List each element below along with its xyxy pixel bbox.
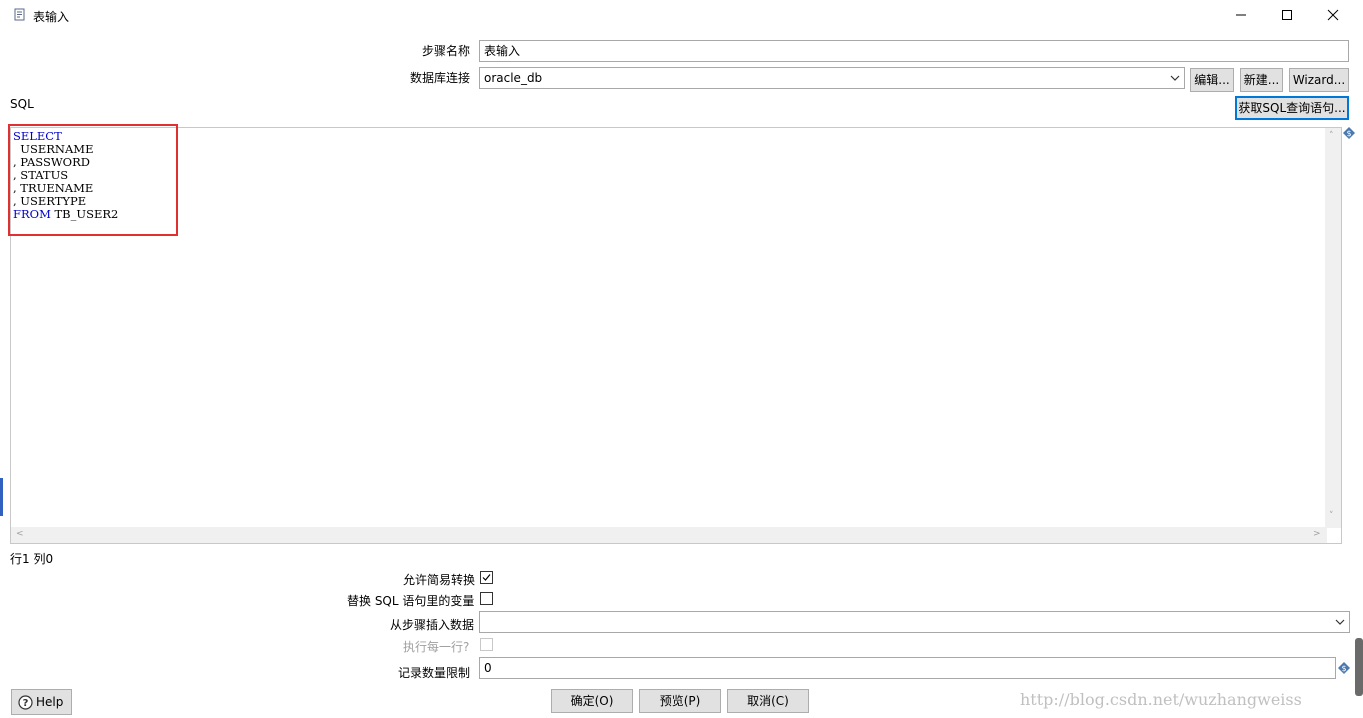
help-button[interactable]: ? Help: [11, 689, 72, 715]
wizard-button[interactable]: Wizard...: [1289, 68, 1349, 92]
variable-icon: $: [1343, 127, 1355, 139]
chevron-down-icon: [1170, 75, 1180, 81]
edit-connection-button[interactable]: 编辑...: [1190, 68, 1234, 92]
insert-from-step-select[interactable]: [479, 611, 1350, 633]
scroll-right-icon[interactable]: >: [1313, 529, 1321, 539]
sql-editor[interactable]: SELECT USERNAME, PASSWORD, STATUS, TRUEN…: [10, 127, 1342, 544]
replace-vars-label: 替换 SQL 语句里的变量: [347, 594, 475, 608]
insert-from-step-label: 从步骤插入数据: [390, 618, 475, 632]
new-connection-button[interactable]: 新建...: [1240, 68, 1283, 92]
sql-label: SQL: [10, 97, 34, 111]
chevron-down-icon: [1335, 619, 1345, 625]
db-connection-select[interactable]: oracle_db: [479, 67, 1185, 89]
side-scroll-handle[interactable]: [1355, 638, 1363, 696]
svg-text:$: $: [1341, 664, 1346, 673]
limit-input[interactable]: 0: [479, 657, 1336, 679]
scroll-up-icon[interactable]: ˄: [1329, 131, 1334, 141]
svg-text:$: $: [1346, 129, 1351, 138]
limit-label: 记录数量限制: [398, 666, 471, 680]
ok-button[interactable]: 确定(O): [551, 689, 633, 713]
cancel-button[interactable]: 取消(C): [727, 689, 809, 713]
close-icon: [1327, 9, 1339, 21]
table-input-icon: [14, 8, 25, 21]
get-sql-button[interactable]: 获取SQL查询语句...: [1235, 96, 1349, 120]
maximize-icon: [1282, 10, 1292, 20]
cursor-position-status: 行1 列0: [10, 552, 54, 566]
horizontal-scrollbar[interactable]: < >: [11, 527, 1327, 543]
preview-button[interactable]: 预览(P): [639, 689, 721, 713]
replace-vars-checkbox[interactable]: [480, 592, 493, 605]
help-button-label: Help: [36, 695, 64, 709]
lazy-conversion-label: 允许简易转换: [403, 573, 476, 587]
checkmark-icon: [482, 574, 491, 581]
step-name-input[interactable]: 表输入: [479, 40, 1349, 62]
window-edge-marker: [0, 478, 3, 516]
scroll-down-icon[interactable]: ˅: [1329, 511, 1334, 521]
db-connection-label: 数据库连接: [410, 71, 471, 85]
close-button[interactable]: [1310, 0, 1356, 30]
help-icon: ?: [18, 695, 33, 710]
minimize-button[interactable]: [1218, 0, 1264, 30]
sql-highlight-annotation: [8, 124, 178, 236]
minimize-icon: [1236, 14, 1246, 16]
vertical-scrollbar[interactable]: ˄ ˅: [1325, 128, 1341, 528]
scroll-left-icon[interactable]: <: [16, 529, 24, 539]
watermark: http://blog.csdn.net/wuzhangweiss: [1020, 690, 1302, 709]
execute-each-row-label: 执行每一行?: [403, 640, 470, 654]
title-bar: 表输入: [0, 0, 1363, 30]
maximize-button[interactable]: [1264, 0, 1310, 30]
lazy-conversion-checkbox[interactable]: [480, 571, 493, 584]
svg-text:?: ?: [23, 698, 29, 709]
db-connection-value: oracle_db: [484, 71, 543, 85]
variable-icon: $: [1338, 662, 1350, 674]
step-name-label: 步骤名称: [422, 44, 471, 58]
window-title: 表输入: [33, 10, 70, 24]
execute-each-row-checkbox: [480, 638, 493, 651]
